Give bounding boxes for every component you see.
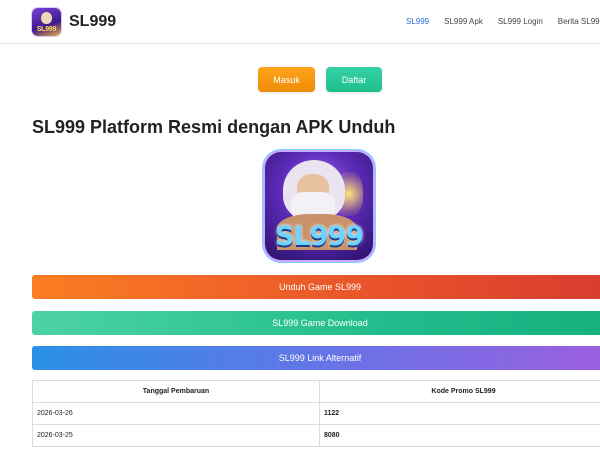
app-icon-image: SL999 xyxy=(265,152,373,260)
nav-link-apk[interactable]: SL999 Apk xyxy=(444,17,483,26)
page-title: SL999 Platform Resmi dengan APK Unduh xyxy=(32,117,396,137)
download-game-button[interactable]: Unduh Game SL999 xyxy=(32,275,600,299)
table-header-row: Tanggal Pembaruan Kode Promo SL999 xyxy=(32,380,600,403)
column-header-date: Tanggal Pembaruan xyxy=(32,380,320,403)
register-button[interactable]: Daftar xyxy=(326,67,382,92)
main-nav: SL999 SL999 Apk SL999 Login Berita SL999 xyxy=(406,17,600,26)
table-row: 2026-03-26 1122 xyxy=(32,402,600,425)
alternative-link-button[interactable]: SL999 Link Alternatif xyxy=(32,346,600,370)
table-row: 2026-03-25 8080 xyxy=(32,424,600,447)
nav-link-login[interactable]: SL999 Login xyxy=(498,17,543,26)
brand-logo-icon[interactable]: SL999 xyxy=(32,8,61,36)
nav-link-home[interactable]: SL999 xyxy=(406,17,429,26)
date-cell: 2026-03-26 xyxy=(32,402,320,425)
brand-logo-text: SL999 xyxy=(36,26,57,33)
promo-code-cell[interactable]: 8080 xyxy=(319,424,600,447)
game-download-button[interactable]: SL999 Game Download xyxy=(32,311,600,335)
column-header-promo-code: Kode Promo SL999 xyxy=(319,380,600,403)
brand-name[interactable]: SL999 xyxy=(69,13,116,31)
site-header: SL999 SL999 SL999 SL999 Apk SL999 Login … xyxy=(0,0,600,44)
login-button[interactable]: Masuk xyxy=(258,67,315,92)
nav-link-news[interactable]: Berita SL999 xyxy=(558,17,600,26)
app-icon-logo-text: SL999 xyxy=(274,221,364,252)
promo-code-cell[interactable]: 1122 xyxy=(319,402,600,425)
promo-code-table: Tanggal Pembaruan Kode Promo SL999 2026-… xyxy=(32,380,600,447)
date-cell: 2026-03-25 xyxy=(32,424,320,447)
